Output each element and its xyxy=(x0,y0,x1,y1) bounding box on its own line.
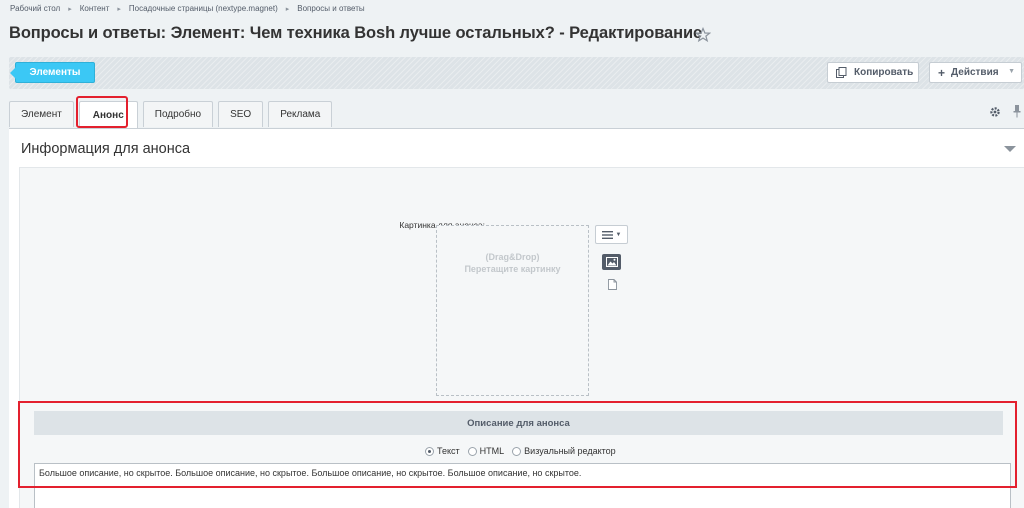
mode-html-radio[interactable] xyxy=(467,446,477,456)
image-menu-button[interactable]: ▼ xyxy=(595,225,628,244)
file-icon[interactable] xyxy=(608,279,617,290)
description-textarea[interactable]: Большое описание, но скрытое. Большое оп… xyxy=(34,463,1011,508)
breadcrumb-item-content[interactable]: Контент xyxy=(80,4,110,13)
breadcrumb-item-landing[interactable]: Посадочные страницы (nextype.magnet) xyxy=(129,4,278,13)
mode-text-option[interactable]: Текст xyxy=(425,446,460,456)
section-body: Картинка для анонса: (Drag&Drop) Перетащ… xyxy=(19,167,1024,508)
editor-mode-selector: Текст HTML Визуальный редактор xyxy=(425,446,624,456)
star-icon[interactable] xyxy=(695,27,711,43)
breadcrumb-separator-icon: ▸ xyxy=(68,5,72,13)
mode-html-option[interactable]: HTML xyxy=(467,446,505,456)
pin-icon[interactable] xyxy=(1012,104,1022,118)
image-upload-button[interactable] xyxy=(602,254,621,270)
mode-text-radio[interactable] xyxy=(425,446,434,456)
tab-seo[interactable]: SEO xyxy=(218,101,264,127)
copy-button-label: Копировать xyxy=(854,67,914,78)
collapse-triangle-icon[interactable] xyxy=(1004,146,1016,152)
copy-button[interactable]: Копировать xyxy=(827,62,919,83)
description-header: Описание для анонса xyxy=(34,411,1003,435)
image-icon xyxy=(605,257,618,267)
plus-icon: + xyxy=(938,65,946,80)
breadcrumb-item-desktop[interactable]: Рабочий стол xyxy=(10,4,60,13)
breadcrumb-item-faq[interactable]: Вопросы и ответы xyxy=(297,4,364,13)
chevron-down-icon: ▼ xyxy=(615,231,622,238)
announce-panel: Информация для анонса Картинка для анонс… xyxy=(9,128,1024,508)
copy-icon xyxy=(836,67,847,78)
mode-text-label: Текст xyxy=(437,446,460,456)
mode-visual-radio[interactable] xyxy=(512,446,522,456)
page-title: Вопросы и ответы: Элемент: Чем техника B… xyxy=(9,24,703,42)
actions-button-label: Действия xyxy=(951,67,999,78)
tab-ads[interactable]: Реклама xyxy=(268,101,333,127)
breadcrumb-separator-icon: ▸ xyxy=(117,5,121,13)
dropzone-hint-1: (Drag&Drop) xyxy=(485,252,540,262)
elements-back-button[interactable]: Элементы xyxy=(10,62,95,83)
tab-details[interactable]: Подробно xyxy=(142,101,214,127)
gear-icon[interactable] xyxy=(989,106,1001,118)
breadcrumb-separator-icon: ▸ xyxy=(285,5,290,13)
toolbar: Элементы Копировать + Действия ▼ xyxy=(9,57,1024,89)
tab-announce[interactable]: Анонс xyxy=(78,101,138,129)
chevron-down-icon: ▼ xyxy=(1008,68,1015,75)
breadcrumb: Рабочий стол ▸ Контент ▸ Посадочные стра… xyxy=(10,4,365,13)
hamburger-icon xyxy=(601,230,613,239)
section-title: Информация для анонса xyxy=(21,141,191,157)
mode-html-label: HTML xyxy=(479,446,505,456)
actions-button[interactable]: + Действия ▼ xyxy=(929,62,1022,83)
image-dropzone[interactable]: (Drag&Drop) Перетащите картинку xyxy=(436,225,589,396)
dropzone-hint-2: Перетащите картинку xyxy=(464,264,561,274)
mode-visual-option[interactable]: Визуальный редактор xyxy=(512,446,616,456)
tab-element[interactable]: Элемент xyxy=(9,101,74,127)
mode-visual-label: Визуальный редактор xyxy=(524,446,616,456)
tab-bar: Элемент Анонс Подробно SEO Реклама xyxy=(9,101,337,129)
